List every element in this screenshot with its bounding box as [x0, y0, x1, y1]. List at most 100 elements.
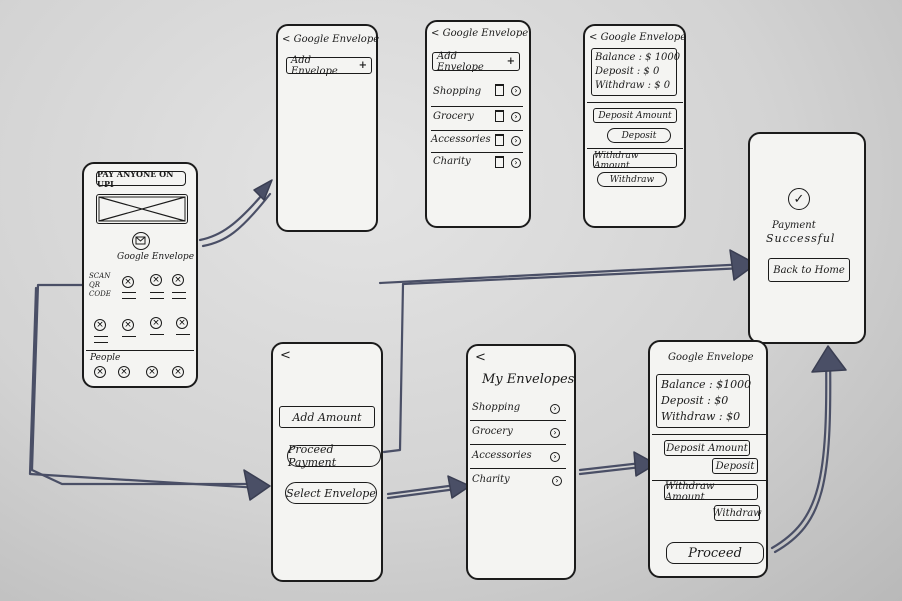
balance-top-title: Google Envelope: [600, 32, 687, 43]
list-divider: [470, 444, 566, 445]
placeholder-line: [122, 336, 136, 337]
arrow-payment-to-success-b: [378, 262, 750, 285]
deposit-button[interactable]: Deposit: [712, 458, 758, 474]
cross-icon[interactable]: ×: [122, 319, 134, 331]
back-to-home-label: Back to Home: [773, 264, 845, 276]
withdraw-button[interactable]: Withdraw: [597, 172, 667, 187]
sketch-canvas: PAY ANYONE ON UPI Google Envelope SCAN Q…: [0, 0, 902, 601]
back-icon[interactable]: <: [431, 28, 439, 39]
chevron-icon[interactable]: ›: [511, 158, 521, 168]
cross-icon[interactable]: ×: [172, 274, 184, 286]
scan-qr-label[interactable]: SCAN QR CODE: [89, 272, 115, 299]
list-screen-title: Google Envelope: [442, 28, 529, 39]
chevron-icon[interactable]: ›: [550, 452, 560, 462]
my-envelope-item-accessories[interactable]: Accessories: [472, 450, 532, 461]
back-icon[interactable]: <: [475, 350, 486, 365]
placeholder-line: [94, 336, 108, 337]
add-amount-label: Add Amount: [292, 410, 362, 424]
withdraw-button[interactable]: Withdraw: [712, 505, 762, 521]
list-divider: [431, 152, 523, 153]
section-divider: [86, 350, 194, 351]
back-icon[interactable]: <: [280, 348, 291, 363]
plus-icon: +: [358, 60, 367, 71]
cross-icon[interactable]: ×: [150, 317, 162, 329]
deposit-button-label: Deposit: [715, 460, 755, 472]
phone-my-envelopes: < My Envelopes Shopping › Grocery › Acce…: [466, 344, 576, 580]
phone-home-screen: PAY ANYONE ON UPI Google Envelope SCAN Q…: [82, 162, 198, 388]
add-envelope-button[interactable]: Add Envelope +: [286, 55, 372, 77]
envelope-item-charity[interactable]: Charity: [433, 156, 471, 167]
image-placeholder-icon: [98, 196, 186, 222]
deposit-value: Deposit : $ 0: [595, 66, 660, 77]
list-divider: [470, 468, 566, 469]
deposit-button-label: Deposit: [621, 130, 657, 141]
section-divider: [587, 148, 683, 149]
arrowhead-actions: [243, 469, 271, 501]
placeholder-line: [122, 298, 136, 299]
chevron-icon[interactable]: ›: [511, 86, 521, 96]
check-circle-icon: ✓: [788, 188, 810, 210]
select-envelope-label: Select Envelope: [286, 486, 376, 500]
envelope-item-accessories[interactable]: Accessories: [431, 134, 491, 145]
add-envelope-label: Add Envelope: [437, 50, 484, 73]
cross-icon[interactable]: ×: [146, 366, 158, 378]
withdraw-button-label: Withdraw: [609, 174, 655, 185]
trash-icon[interactable]: [495, 134, 504, 146]
list-divider: [431, 106, 523, 107]
phone-balance-top: < Google Envelope Balance : $ 1000 Depos…: [583, 24, 686, 228]
trash-icon[interactable]: [495, 156, 504, 168]
upi-banner[interactable]: PAY ANYONE ON UPI: [96, 169, 186, 189]
envelope-item-shopping[interactable]: Shopping: [433, 86, 481, 97]
placeholder-line: [150, 334, 164, 335]
cross-icon[interactable]: ×: [94, 366, 106, 378]
add-amount-button[interactable]: Add Amount: [279, 406, 375, 428]
balance-top-header: < Google Envelope: [589, 32, 686, 43]
deposit-amount-field[interactable]: Deposit Amount: [593, 108, 677, 123]
chevron-icon[interactable]: ›: [511, 112, 521, 122]
envelope-item-grocery[interactable]: Grocery: [433, 111, 474, 122]
proceed-payment-label: Proceed Payment: [288, 443, 337, 469]
balance-summary-box: Balance : $ 1000 Deposit : $ 0 Withdraw …: [591, 48, 681, 96]
chevron-icon[interactable]: ›: [550, 428, 560, 438]
cross-icon[interactable]: ×: [122, 276, 134, 288]
trash-icon[interactable]: [495, 110, 504, 122]
back-to-home-button[interactable]: Back to Home: [768, 258, 850, 282]
add-screen-title: Google Envelope: [293, 34, 380, 45]
chevron-icon[interactable]: ›: [552, 476, 562, 486]
back-icon[interactable]: <: [282, 34, 290, 45]
proceed-payment-button[interactable]: Proceed Payment: [287, 443, 381, 469]
chevron-icon[interactable]: ›: [511, 136, 521, 146]
add-envelope-button[interactable]: Add Envelope +: [432, 50, 520, 73]
placeholder-line: [150, 292, 164, 293]
withdraw-amount-field[interactable]: Withdraw Amount: [593, 151, 677, 171]
select-envelope-button[interactable]: Select Envelope: [285, 482, 377, 504]
my-envelope-item-shopping[interactable]: Shopping: [472, 402, 520, 413]
proceed-button[interactable]: Proceed: [666, 542, 764, 564]
placeholder-line: [176, 334, 190, 335]
balance-value: Balance : $ 1000: [595, 52, 681, 63]
chevron-icon[interactable]: ›: [550, 404, 560, 414]
withdraw-value: Withdraw : $0: [661, 410, 741, 423]
balance-value: Balance : $1000: [661, 378, 752, 391]
list-screen-header: < Google Envelope: [431, 28, 528, 39]
withdraw-button-label: Withdraw: [712, 507, 762, 519]
back-icon[interactable]: <: [589, 32, 597, 43]
cross-icon[interactable]: ×: [118, 366, 130, 378]
arrow-balance-to-success: [770, 350, 828, 550]
phone-payment-success: ✓ Payment Successful Back to Home: [748, 132, 866, 344]
cross-icon[interactable]: ×: [172, 366, 184, 378]
my-envelope-item-grocery[interactable]: Grocery: [472, 426, 513, 437]
proceed-button-label: Proceed: [688, 545, 742, 561]
withdraw-value: Withdraw : $ 0: [595, 80, 671, 91]
cross-icon[interactable]: ×: [94, 319, 106, 331]
withdraw-amount-field[interactable]: Withdraw Amount: [664, 481, 758, 503]
phone-balance-bottom: Google Envelope Balance : $1000 Deposit …: [648, 340, 768, 578]
cross-icon[interactable]: ×: [176, 317, 188, 329]
my-envelope-item-charity[interactable]: Charity: [472, 474, 510, 485]
cross-icon[interactable]: ×: [150, 274, 162, 286]
trash-icon[interactable]: [495, 84, 504, 96]
envelope-app-icon[interactable]: [132, 232, 150, 250]
placeholder-line: [172, 292, 186, 293]
deposit-amount-field[interactable]: Deposit Amount: [664, 440, 750, 456]
deposit-button[interactable]: Deposit: [607, 128, 671, 143]
